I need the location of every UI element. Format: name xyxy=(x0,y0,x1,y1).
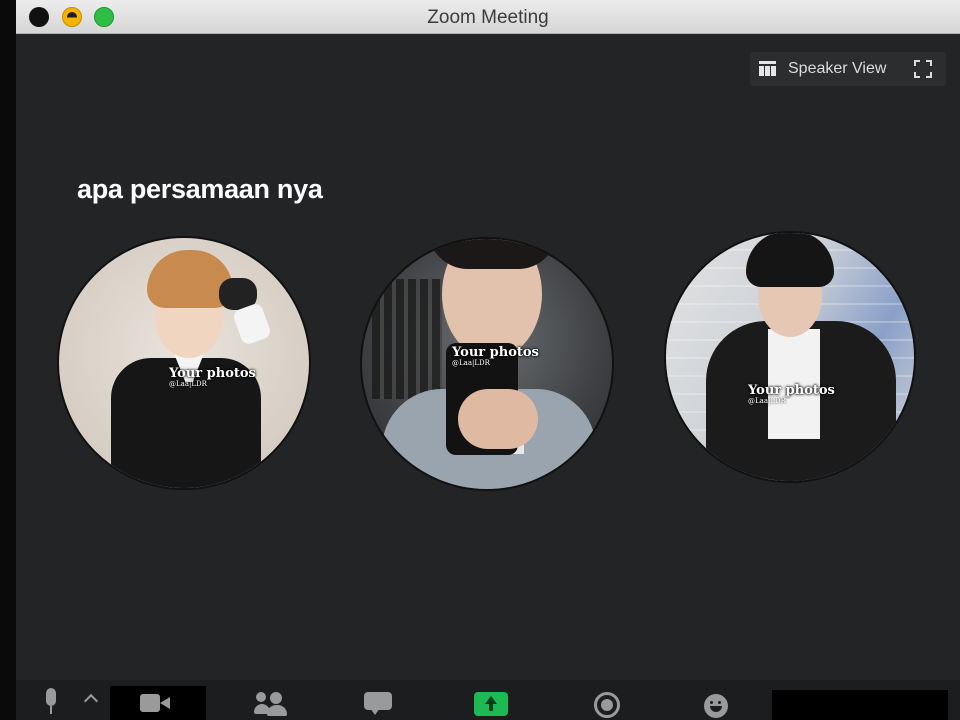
participant-video-tile[interactable]: Your photos @Laa|LDR xyxy=(57,236,311,490)
participant-video-tile[interactable]: Your photos @Laa|LDR xyxy=(664,231,916,483)
grid-icon xyxy=(759,61,776,76)
screen-edge xyxy=(0,0,16,720)
clothes-rack xyxy=(372,279,442,399)
photo-label: Your photos xyxy=(452,345,539,360)
window-title: Zoom Meeting xyxy=(427,7,549,28)
speaker-view-button[interactable]: Speaker View xyxy=(750,52,946,86)
title-bar: Zoom Meeting xyxy=(16,0,960,34)
reactions-icon[interactable] xyxy=(704,694,728,718)
meeting-toolbar xyxy=(16,680,960,720)
chat-icon[interactable] xyxy=(364,692,392,715)
speaker-view-label: Speaker View xyxy=(788,60,887,77)
microphone-icon[interactable] xyxy=(42,688,60,716)
photo-credit: @Laa|LDR xyxy=(452,359,490,367)
photo-label-group: Your photos @Laa|LDR xyxy=(452,345,539,367)
photo-label-group: Your photos @Laa|LDR xyxy=(169,366,256,388)
chevron-up-icon[interactable] xyxy=(83,693,99,709)
share-screen-icon[interactable] xyxy=(474,692,508,716)
participant-video-tile[interactable]: Your photos @Laa|LDR xyxy=(360,237,614,491)
redacted-block xyxy=(772,690,948,720)
photo-credit: @Laa|LDR xyxy=(169,380,207,388)
photo-credit: @Laa|LDR xyxy=(748,397,786,405)
zoom-meeting-window: Zoom Meeting Speaker View apa persamaan … xyxy=(16,0,960,720)
fullscreen-icon[interactable] xyxy=(914,60,932,78)
participants-icon[interactable] xyxy=(254,692,288,716)
photo-label-group: Your photos @Laa|LDR xyxy=(748,383,835,405)
video-camera-icon[interactable] xyxy=(140,694,170,712)
caption-text: apa persamaan nya xyxy=(77,174,323,204)
hand xyxy=(458,389,538,449)
photo-label: Your photos xyxy=(169,366,256,381)
photo-label: Your photos xyxy=(748,383,835,398)
record-icon[interactable] xyxy=(594,692,620,718)
